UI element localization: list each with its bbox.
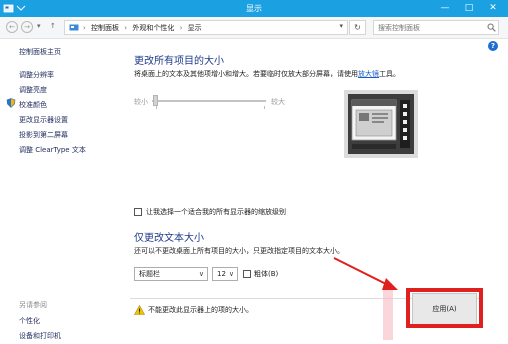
bold-checkbox[interactable] [243,270,251,278]
description-suffix: 工具。 [379,70,400,78]
slider-tick [264,106,265,109]
slider-max-label: 较大 [271,98,285,106]
address-bar[interactable]: › 控制面板 › 外观和个性化 › 显示 ▾ [64,20,348,35]
section-title-text-size: 仅更改文本大小 [134,233,204,244]
crumb-separator: › [179,24,183,32]
sidebar-link-display-settings[interactable]: 更改显示器设置 [19,115,68,125]
bold-label[interactable]: 粗体(B) [254,269,278,279]
sidebar-link-devices-printers[interactable]: 设备和打印机 [19,331,61,341]
slider-min-label: 较小 [134,98,148,106]
sidebar-link-brightness[interactable]: 调整亮度 [19,85,47,95]
display-preview-image [344,90,418,158]
recent-locations-dropdown[interactable]: ▾ [37,22,41,30]
breadcrumb-appearance[interactable]: 外观和个性化 [132,24,174,32]
custom-scaling-checkbox[interactable] [134,208,142,216]
font-size-select[interactable]: 12 ∨ [212,267,238,281]
control-panel-icon [69,24,79,31]
text-size-description: 还可以不更改桌面上所有项目的大小，只更改指定项目的文本大小。 [134,247,344,255]
sidebar-link-home[interactable]: 控制面板主页 [19,47,61,57]
section-description: 将桌面上的文本及其他项增小和增大。若要临时仅放大部分屏幕，请使用放大镜工具。 [134,69,400,79]
item-select-value: 标题栏 [139,270,160,278]
custom-scaling-label[interactable]: 让我选择一个适合我的所有显示器的缩放级别 [146,207,286,217]
breadcrumb-control-panel[interactable]: 控制面板 [91,24,119,32]
section-title-change-size: 更改所有项目的大小 [134,56,224,67]
apply-button[interactable]: 应用(A) [412,293,477,325]
warning-text: 不能更改此显示器上的项的大小。 [148,306,253,314]
chevron-down-icon: ∨ [228,270,234,278]
description-text: 将桌面上的文本及其他项增小和增大。若要临时仅放大部分屏幕，请使用 [134,70,358,78]
sidebar-link-cleartype[interactable]: 调整 ClearType 文本 [19,145,86,155]
see-also-heading: 另请参阅 [19,301,47,309]
maximize-button[interactable]: □ [460,0,478,17]
size-slider-track[interactable] [152,100,266,102]
magnifier-link[interactable]: 放大镜 [358,70,379,78]
forward-button[interactable]: → [21,21,33,33]
item-select[interactable]: 标题栏 ∨ [134,267,208,281]
crumb-separator: › [83,24,86,32]
search-icon[interactable] [487,23,496,32]
size-slider-thumb[interactable] [153,95,158,106]
back-button[interactable]: ← [6,21,18,33]
warning-icon [134,305,145,315]
shield-icon [6,98,16,108]
font-size-select-value: 12 [217,270,226,278]
refresh-button[interactable]: ↻ [349,20,366,35]
left-navigation-panel: 控制面板主页 调整分辨率 调整亮度 校准颜色 更改显示器设置 投影到第二屏幕 调… [0,40,118,344]
up-button[interactable]: ↑ [50,22,56,30]
navigation-bar: ← → ▾ ↑ › 控制面板 › 外观和个性化 › 显示 ▾ ↻ [0,17,508,39]
annotation-arrow [333,257,398,290]
crumb-separator: › [124,24,128,32]
chevron-down-icon: ∨ [198,270,204,278]
sidebar-link-project[interactable]: 投影到第二屏幕 [19,130,68,140]
highlight-overlay [383,285,393,340]
minimize-button[interactable]: — [436,0,454,17]
sidebar-link-calibrate-color[interactable]: 校准颜色 [19,100,47,110]
title-bar: 显示 — □ ✕ [0,0,508,17]
sidebar-link-personalize[interactable]: 个性化 [19,316,40,326]
breadcrumb-display[interactable]: 显示 [188,24,202,32]
address-dropdown-icon[interactable]: ▾ [339,22,343,30]
window-title: 显示 [246,4,262,13]
close-button[interactable]: ✕ [484,0,502,17]
slider-tick [156,106,157,109]
search-input[interactable] [373,20,499,35]
help-icon[interactable]: ? [488,41,498,51]
sidebar-link-resolution[interactable]: 调整分辨率 [19,70,54,80]
